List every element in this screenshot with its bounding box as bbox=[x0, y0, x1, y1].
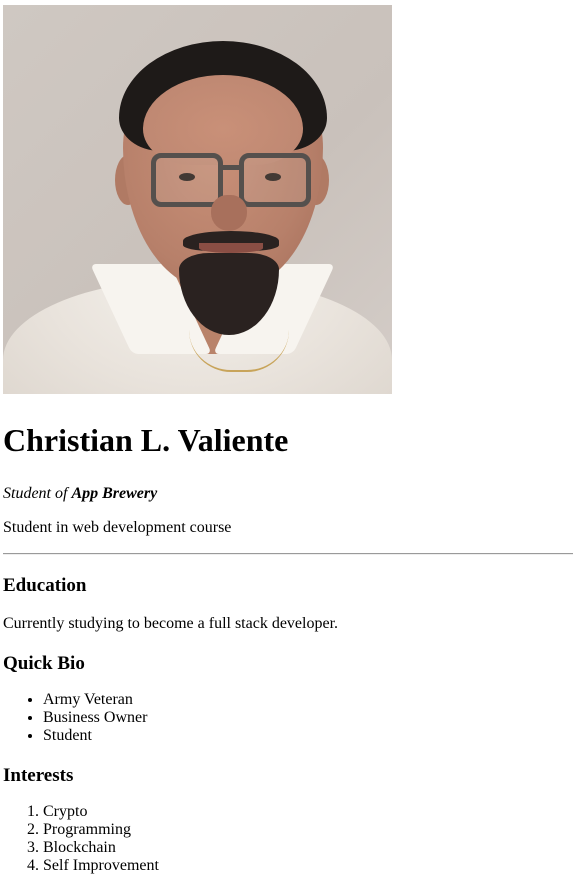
profile-name: Christian L. Valiente bbox=[3, 422, 289, 458]
bio-list: Army Veteran Business Owner Student bbox=[3, 691, 573, 745]
page: Christian L. Valiente Student of App Bre… bbox=[0, 0, 576, 875]
interests-list: Crypto Programming Blockchain Self Impro… bbox=[3, 803, 573, 875]
interests-list-item: Crypto bbox=[43, 803, 573, 821]
subtitle-school: App Brewery bbox=[71, 485, 158, 502]
interests-list-item: Blockchain bbox=[43, 839, 573, 857]
profile-subtitle: Student of App Brewery bbox=[3, 485, 573, 503]
photo-mouth bbox=[199, 243, 263, 253]
interests-heading: Interests bbox=[3, 765, 74, 786]
education-heading: Education bbox=[3, 575, 87, 596]
subtitle-prefix: Student of bbox=[3, 485, 72, 502]
section-divider bbox=[3, 553, 573, 555]
education-text: Currently studying to become a full stac… bbox=[3, 615, 339, 632]
bio-list-item: Student bbox=[43, 727, 573, 745]
interests-list-item: Self Improvement bbox=[43, 857, 573, 875]
photo-glasses-left-lens bbox=[151, 153, 223, 207]
interests-list-item: Programming bbox=[43, 821, 573, 839]
bio-list-item: Army Veteran bbox=[43, 691, 573, 709]
photo-glasses-bridge bbox=[221, 165, 241, 170]
photo-nose bbox=[211, 195, 247, 231]
bio-list-item: Business Owner bbox=[43, 709, 573, 727]
bio-heading: Quick Bio bbox=[3, 653, 85, 674]
profile-description: Student in web development course bbox=[3, 519, 232, 536]
photo-glasses-right-lens bbox=[239, 153, 311, 207]
profile-photo bbox=[3, 5, 392, 394]
